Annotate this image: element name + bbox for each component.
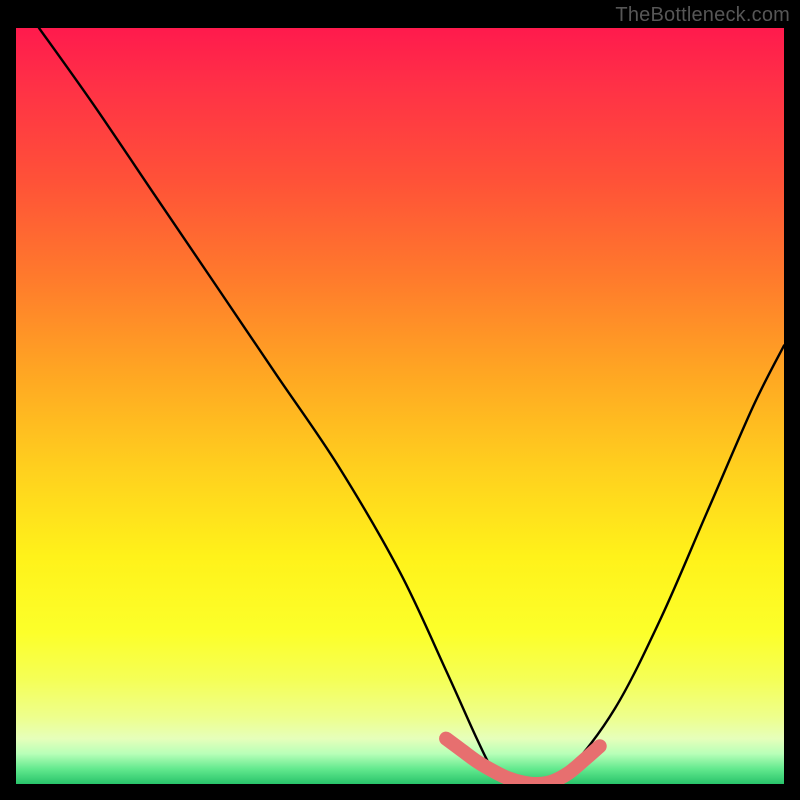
watermark-text: TheBottleneck.com (615, 4, 790, 27)
chart-stage: TheBottleneck.com (0, 0, 800, 800)
chart-line-black-curve (39, 28, 784, 784)
chart-line-pink-overlay (446, 739, 600, 784)
chart-lines-layer (16, 28, 784, 784)
chart-plot-area (16, 28, 784, 784)
